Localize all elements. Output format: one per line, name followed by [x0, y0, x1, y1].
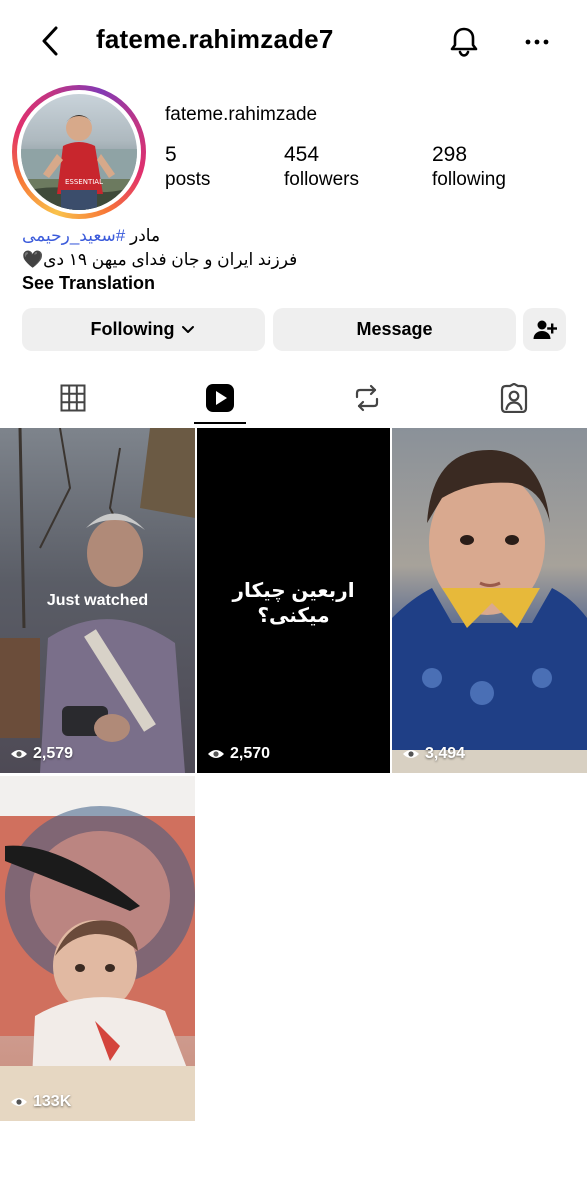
repost-icon: [355, 384, 379, 412]
eye-icon: [11, 1098, 27, 1106]
reel-thumbnail-baby-photo: [0, 776, 195, 1121]
message-button[interactable]: Message: [273, 308, 516, 351]
see-translation-link[interactable]: See Translation: [22, 273, 155, 294]
reel-tile[interactable]: 133K: [0, 776, 195, 1121]
just-watched-label: Just watched: [46, 592, 149, 609]
posts-label: posts: [165, 169, 211, 190]
tab-reposts[interactable]: [337, 376, 397, 420]
eye-icon: [403, 750, 419, 758]
reel-tile[interactable]: اربعین چیکار میکنی؟ 2,570: [197, 428, 390, 773]
view-count: 2,579: [10, 745, 73, 763]
person-add-icon: [533, 320, 557, 339]
reel-thumbnail-child-photo: [392, 449, 587, 773]
tagged-person-icon: [500, 383, 528, 413]
reel-tile[interactable]: Just watched 2,579: [0, 428, 195, 773]
bell-icon[interactable]: [444, 22, 484, 62]
tab-tagged[interactable]: [484, 376, 544, 420]
more-options-icon[interactable]: [520, 22, 554, 62]
grid-icon: [60, 384, 86, 412]
bio-line-1: مادر #سعید_رحیمی: [22, 226, 160, 246]
followers-label: followers: [284, 169, 359, 190]
reel-tile[interactable]: 3,494: [392, 428, 587, 773]
reel-caption-text: اربعین چیکار میکنی؟: [232, 580, 355, 627]
svg-text:ESSENTIAL: ESSENTIAL: [65, 178, 103, 186]
avatar: ESSENTIAL: [21, 94, 137, 210]
view-count-value: 2,570: [230, 745, 271, 762]
view-count-value: 3,494: [425, 745, 466, 762]
bio-hashtag[interactable]: #سعید_رحیمی: [22, 226, 125, 245]
bio-line-2: فرزند ایران و جان فدای میهن ۱۹ دی🖤: [22, 250, 298, 269]
view-count: 2,570: [207, 745, 270, 763]
display-name: fateme.rahimzade: [165, 104, 318, 125]
following-button[interactable]: Following: [22, 308, 265, 351]
active-tab-indicator: [194, 422, 246, 424]
following-count: 298: [432, 143, 468, 166]
bio-prefix: مادر: [125, 226, 161, 245]
view-count: 3,494: [402, 745, 465, 763]
followers-count: 454: [284, 143, 320, 166]
chevron-down-icon: [182, 325, 195, 333]
following-label: Following: [90, 319, 175, 339]
eye-icon: [11, 750, 27, 758]
eye-icon: [208, 750, 224, 758]
message-label: Message: [356, 319, 433, 339]
tab-grid[interactable]: [43, 376, 103, 420]
stat-following[interactable]: 298 following: [432, 142, 506, 192]
back-chevron-icon[interactable]: [36, 24, 68, 58]
view-count-value: 2,579: [33, 745, 74, 762]
view-count-value: 133K: [33, 1093, 72, 1110]
posts-count: 5: [165, 143, 177, 166]
header-username: fateme.rahimzade7: [96, 24, 334, 54]
profile-avatar-story-ring[interactable]: ESSENTIAL: [12, 85, 146, 219]
view-count: 133K: [10, 1093, 71, 1111]
stat-followers[interactable]: 454 followers: [284, 142, 359, 192]
add-user-button[interactable]: [523, 308, 566, 351]
stat-posts[interactable]: 5 posts: [165, 142, 210, 192]
following-label: following: [432, 169, 506, 190]
reels-play-icon: [206, 384, 234, 412]
tab-reels[interactable]: [190, 376, 250, 420]
